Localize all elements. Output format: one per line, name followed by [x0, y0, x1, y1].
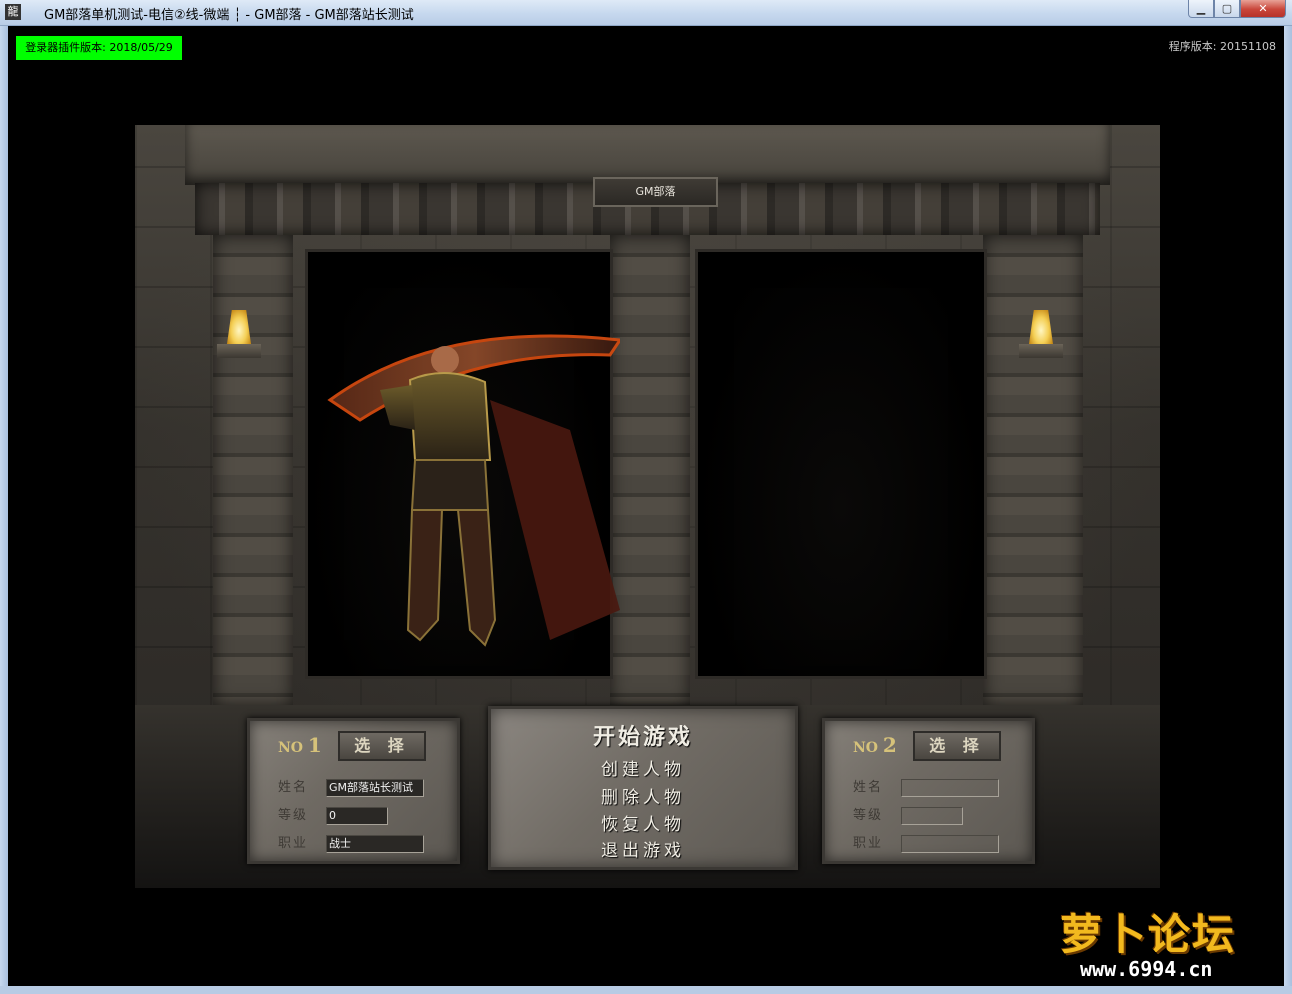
server-name-plate: GM部落 — [593, 177, 718, 207]
watermark-url: www.6994.cn — [1080, 957, 1213, 981]
window-titlebar[interactable]: 龍 GM部落单机测试-电信②线-微端 ┆ - GM部落 - GM部落站长测试 ▁… — [0, 0, 1292, 26]
watermark-title: 萝卜论坛 — [1060, 910, 1237, 959]
torch-icon — [1017, 310, 1065, 374]
level-value: 0 — [326, 807, 388, 825]
stone-lintel — [185, 125, 1110, 185]
program-version: 程序版本: 20151108 — [1168, 40, 1276, 53]
name-value: GM部落站长测试 — [326, 779, 424, 797]
game-client-area: 登录器插件版本: 2018/05/29 程序版本: 20151108 GM部落 — [8, 26, 1284, 986]
restore-character-button[interactable]: 恢复人物 — [491, 810, 795, 835]
close-button[interactable]: ✕ — [1240, 0, 1286, 18]
maximize-button[interactable]: ▢ — [1214, 0, 1240, 18]
window-frame-right — [1284, 26, 1292, 994]
name-value — [901, 779, 999, 797]
minimize-button[interactable]: ▁ — [1188, 0, 1214, 18]
delete-character-button[interactable]: 删除人物 — [491, 783, 795, 808]
window-frame-bottom — [0, 986, 1292, 994]
main-menu-panel: 开始游戏 创建人物 删除人物 恢复人物 退出游戏 — [488, 706, 798, 870]
warrior-character[interactable] — [320, 310, 620, 670]
window-title: GM部落单机测试-电信②线-微端 ┆ - GM部落 - GM部落站长测试 — [44, 8, 414, 23]
character-slot-1: NO 1 选 择 姓名 GM部落站长测试 等级 0 职业 战士 — [247, 718, 460, 864]
slot-number: NO 2 — [853, 733, 897, 757]
left-pillar — [213, 235, 293, 705]
window-controls: ▁ ▢ ✕ — [1188, 0, 1286, 19]
right-pillar — [983, 235, 1083, 705]
torch-icon — [215, 310, 263, 374]
level-value — [901, 807, 963, 825]
window-frame-left — [0, 26, 8, 994]
exit-game-button[interactable]: 退出游戏 — [491, 836, 795, 861]
character-slot-2: NO 2 选 择 姓名 等级 职业 — [822, 718, 1035, 864]
select-slot-2-button[interactable]: 选 择 — [913, 731, 1001, 761]
character-alcove-2[interactable] — [695, 249, 987, 679]
start-game-button[interactable]: 开始游戏 — [491, 719, 795, 751]
select-slot-1-button[interactable]: 选 择 — [338, 731, 426, 761]
center-pillar — [610, 235, 690, 705]
class-value: 战士 — [326, 835, 424, 853]
class-value — [901, 835, 999, 853]
slot-number: NO 1 — [278, 733, 322, 757]
launcher-version-badge: 登录器插件版本: 2018/05/29 — [16, 36, 182, 60]
app-icon[interactable]: 龍 — [5, 4, 21, 20]
watermark-logo: 萝卜论坛 www.6994.cn — [1040, 895, 1280, 985]
create-character-button[interactable]: 创建人物 — [491, 755, 795, 780]
character-select-scene: GM部落 NO 1 选 择 姓名 GM部落站长测试 等级 0 职业 战士 开始游… — [135, 125, 1160, 888]
